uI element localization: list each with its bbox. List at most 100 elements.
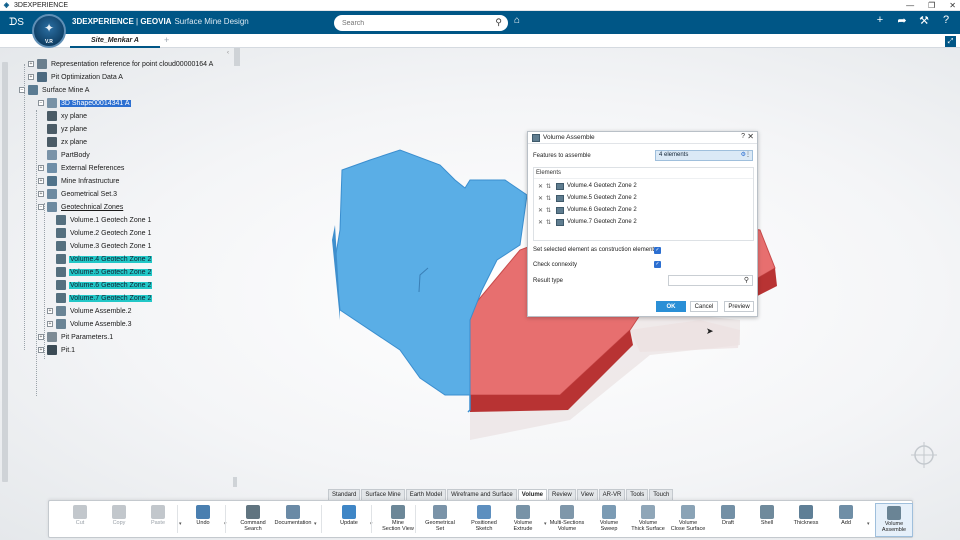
toolbar-button[interactable]: Multi-Sections Volume xyxy=(548,503,586,537)
close-window-button[interactable]: ✕ xyxy=(949,0,956,11)
restore-button[interactable]: ❐ xyxy=(928,0,935,11)
tree-node[interactable]: + Volume Assemble.2 xyxy=(47,305,132,317)
dropdown-arrow-icon[interactable]: ▾ xyxy=(179,521,182,527)
toolbar-button[interactable]: Mine Section View xyxy=(379,503,417,537)
toolbar-button[interactable]: Update xyxy=(330,503,368,537)
search-icon[interactable]: ⚲ xyxy=(744,276,749,284)
section-tab[interactable]: Volume xyxy=(517,489,548,500)
section-tab[interactable]: View xyxy=(576,489,598,500)
toolbar-button[interactable]: Geometrical Set xyxy=(421,503,459,537)
remove-icon[interactable]: ✕ xyxy=(538,195,546,202)
ds-logo-icon[interactable]: ᗪS xyxy=(9,17,24,28)
specification-tree[interactable]: + Representation reference for point clou… xyxy=(0,48,240,488)
preview-button[interactable]: Preview xyxy=(724,301,754,312)
toolbar-button[interactable]: Paste xyxy=(139,503,177,537)
section-tab[interactable]: Touch xyxy=(649,489,674,500)
element-row[interactable]: ✕ ⇅ Volume.5 Geotech Zone 2 xyxy=(538,193,637,203)
toolbar-button[interactable]: Shell xyxy=(748,503,786,537)
tree-node[interactable]: Volume.7 Geotech Zone 2 xyxy=(47,292,153,304)
dropdown-arrow-icon[interactable]: ▾ xyxy=(867,521,870,527)
tree-node[interactable]: xy plane xyxy=(38,110,88,122)
tree-node[interactable]: Volume.2 Geotech Zone 1 xyxy=(47,227,152,239)
tree-node[interactable]: + Pit Optimization Data A xyxy=(28,71,124,83)
toolbar-button[interactable]: Volume Extrude xyxy=(504,503,542,537)
expand-toggle-icon[interactable]: + xyxy=(38,191,44,197)
search-icon[interactable]: ⚲ xyxy=(495,17,502,28)
tree-node[interactable]: Volume.3 Geotech Zone 1 xyxy=(47,240,152,252)
tools-icon[interactable]: ⚒ xyxy=(918,14,930,27)
expand-toggle-icon[interactable]: − xyxy=(38,100,44,106)
tree-node[interactable]: + Pit Parameters.1 xyxy=(38,331,114,343)
tree-node[interactable]: yz plane xyxy=(38,123,88,135)
remove-icon[interactable]: ✕ xyxy=(538,219,546,226)
tree-node[interactable]: Volume.4 Geotech Zone 2 xyxy=(47,253,153,265)
tree-node[interactable]: + Mine Infrastructure xyxy=(38,175,120,187)
toolbar-button[interactable]: Volume Assemble xyxy=(875,503,913,537)
tree-node[interactable]: Volume.1 Geotech Zone 1 xyxy=(47,214,152,226)
close-icon[interactable]: ✕ xyxy=(747,132,754,141)
toolbar-button[interactable]: Volume Close Surface xyxy=(669,503,707,537)
element-row[interactable]: ✕ ⇅ Volume.7 Geotech Zone 2 xyxy=(538,217,637,227)
section-tab[interactable]: AR-VR xyxy=(598,489,626,500)
section-tab[interactable]: Surface Mine xyxy=(361,489,405,500)
ok-button[interactable]: OK xyxy=(656,301,686,312)
expand-toggle-icon[interactable]: + xyxy=(38,165,44,171)
tree-node[interactable]: + Geometrical Set.3 xyxy=(38,188,118,200)
tree-node[interactable]: + Representation reference for point clou… xyxy=(28,58,214,70)
section-tab[interactable]: Wireframe and Surface xyxy=(447,489,517,500)
section-tab[interactable]: Standard xyxy=(328,489,361,500)
tree-node[interactable]: PartBody xyxy=(38,149,91,161)
element-row[interactable]: ✕ ⇅ Volume.6 Geotech Zone 2 xyxy=(538,205,637,215)
swap-icon[interactable]: ⇅ xyxy=(546,219,556,226)
toolbar-button[interactable]: Volume Sweep xyxy=(590,503,628,537)
connexity-checkbox[interactable]: ✓ xyxy=(654,261,661,268)
swap-icon[interactable]: ⇅ xyxy=(546,183,556,190)
help-icon[interactable]: ? xyxy=(741,133,745,140)
section-tab[interactable]: Review xyxy=(548,489,576,500)
section-tab[interactable]: Earth Model xyxy=(405,489,447,500)
compass-icon[interactable]: ✦ V.R xyxy=(32,14,66,48)
toolbar-button[interactable]: Command Search xyxy=(234,503,272,537)
toolbar-button[interactable]: Draft xyxy=(709,503,747,537)
more-icon[interactable]: ⋮ xyxy=(745,151,751,160)
toolbar-button[interactable]: Undo xyxy=(184,503,222,537)
tab-site-menkar[interactable]: Site_Menkar A xyxy=(70,34,160,48)
tree-node[interactable]: + Volume Assemble.3 xyxy=(47,318,132,330)
swap-icon[interactable]: ⇅ xyxy=(546,195,556,202)
add-tab-button[interactable]: + xyxy=(164,34,169,47)
remove-icon[interactable]: ✕ xyxy=(538,183,546,190)
tree-vertical-scrollbar[interactable] xyxy=(2,62,8,482)
dialog-title-bar[interactable]: Volume Assemble ? ✕ xyxy=(528,132,757,144)
expand-toggle-icon[interactable]: + xyxy=(28,61,34,67)
tree-node[interactable]: − Geotechnical Zones xyxy=(38,201,124,213)
tree-node[interactable]: − Surface Mine A xyxy=(19,84,90,96)
add-icon[interactable]: + xyxy=(874,14,886,27)
tree-node[interactable]: − 3D Shape00014341 A xyxy=(38,97,131,109)
expand-toggle-icon[interactable]: + xyxy=(47,321,53,327)
expand-toggle-icon[interactable]: + xyxy=(47,308,53,314)
dropdown-arrow-icon[interactable]: ▾ xyxy=(544,521,547,527)
element-row[interactable]: ✕ ⇅ Volume.4 Geotech Zone 2 xyxy=(538,181,637,191)
help-icon[interactable]: ? xyxy=(940,14,952,27)
toolbar-button[interactable]: Copy xyxy=(100,503,138,537)
swap-icon[interactable]: ⇅ xyxy=(546,207,556,214)
tree-top-scrollbar[interactable] xyxy=(234,48,240,66)
features-field[interactable]: 4 elements ⚙ ⋮ xyxy=(655,150,753,161)
section-tab[interactable]: Tools xyxy=(626,489,649,500)
expand-icon[interactable]: ⤢ xyxy=(945,36,956,47)
remove-icon[interactable]: ✕ xyxy=(538,207,546,214)
tag-icon[interactable]: ⌂ xyxy=(514,15,520,26)
search-box[interactable]: ⚲ xyxy=(334,15,508,31)
tree-node[interactable]: Volume.5 Geotech Zone 2 xyxy=(47,266,153,278)
construction-checkbox[interactable]: ✓ xyxy=(654,247,661,254)
search-input[interactable] xyxy=(342,15,492,31)
tree-node[interactable]: Volume.6 Geotech Zone 2 xyxy=(47,279,153,291)
minimize-button[interactable]: — xyxy=(906,0,914,11)
tree-node[interactable]: + External References xyxy=(38,162,125,174)
cancel-button[interactable]: Cancel xyxy=(690,301,718,312)
toolbar-button[interactable]: Documentation xyxy=(274,503,312,537)
expand-toggle-icon[interactable]: + xyxy=(28,74,34,80)
action-bar-handle[interactable] xyxy=(233,477,237,487)
toolbar-button[interactable]: Add xyxy=(827,503,865,537)
robot-compass-icon[interactable] xyxy=(909,440,939,470)
